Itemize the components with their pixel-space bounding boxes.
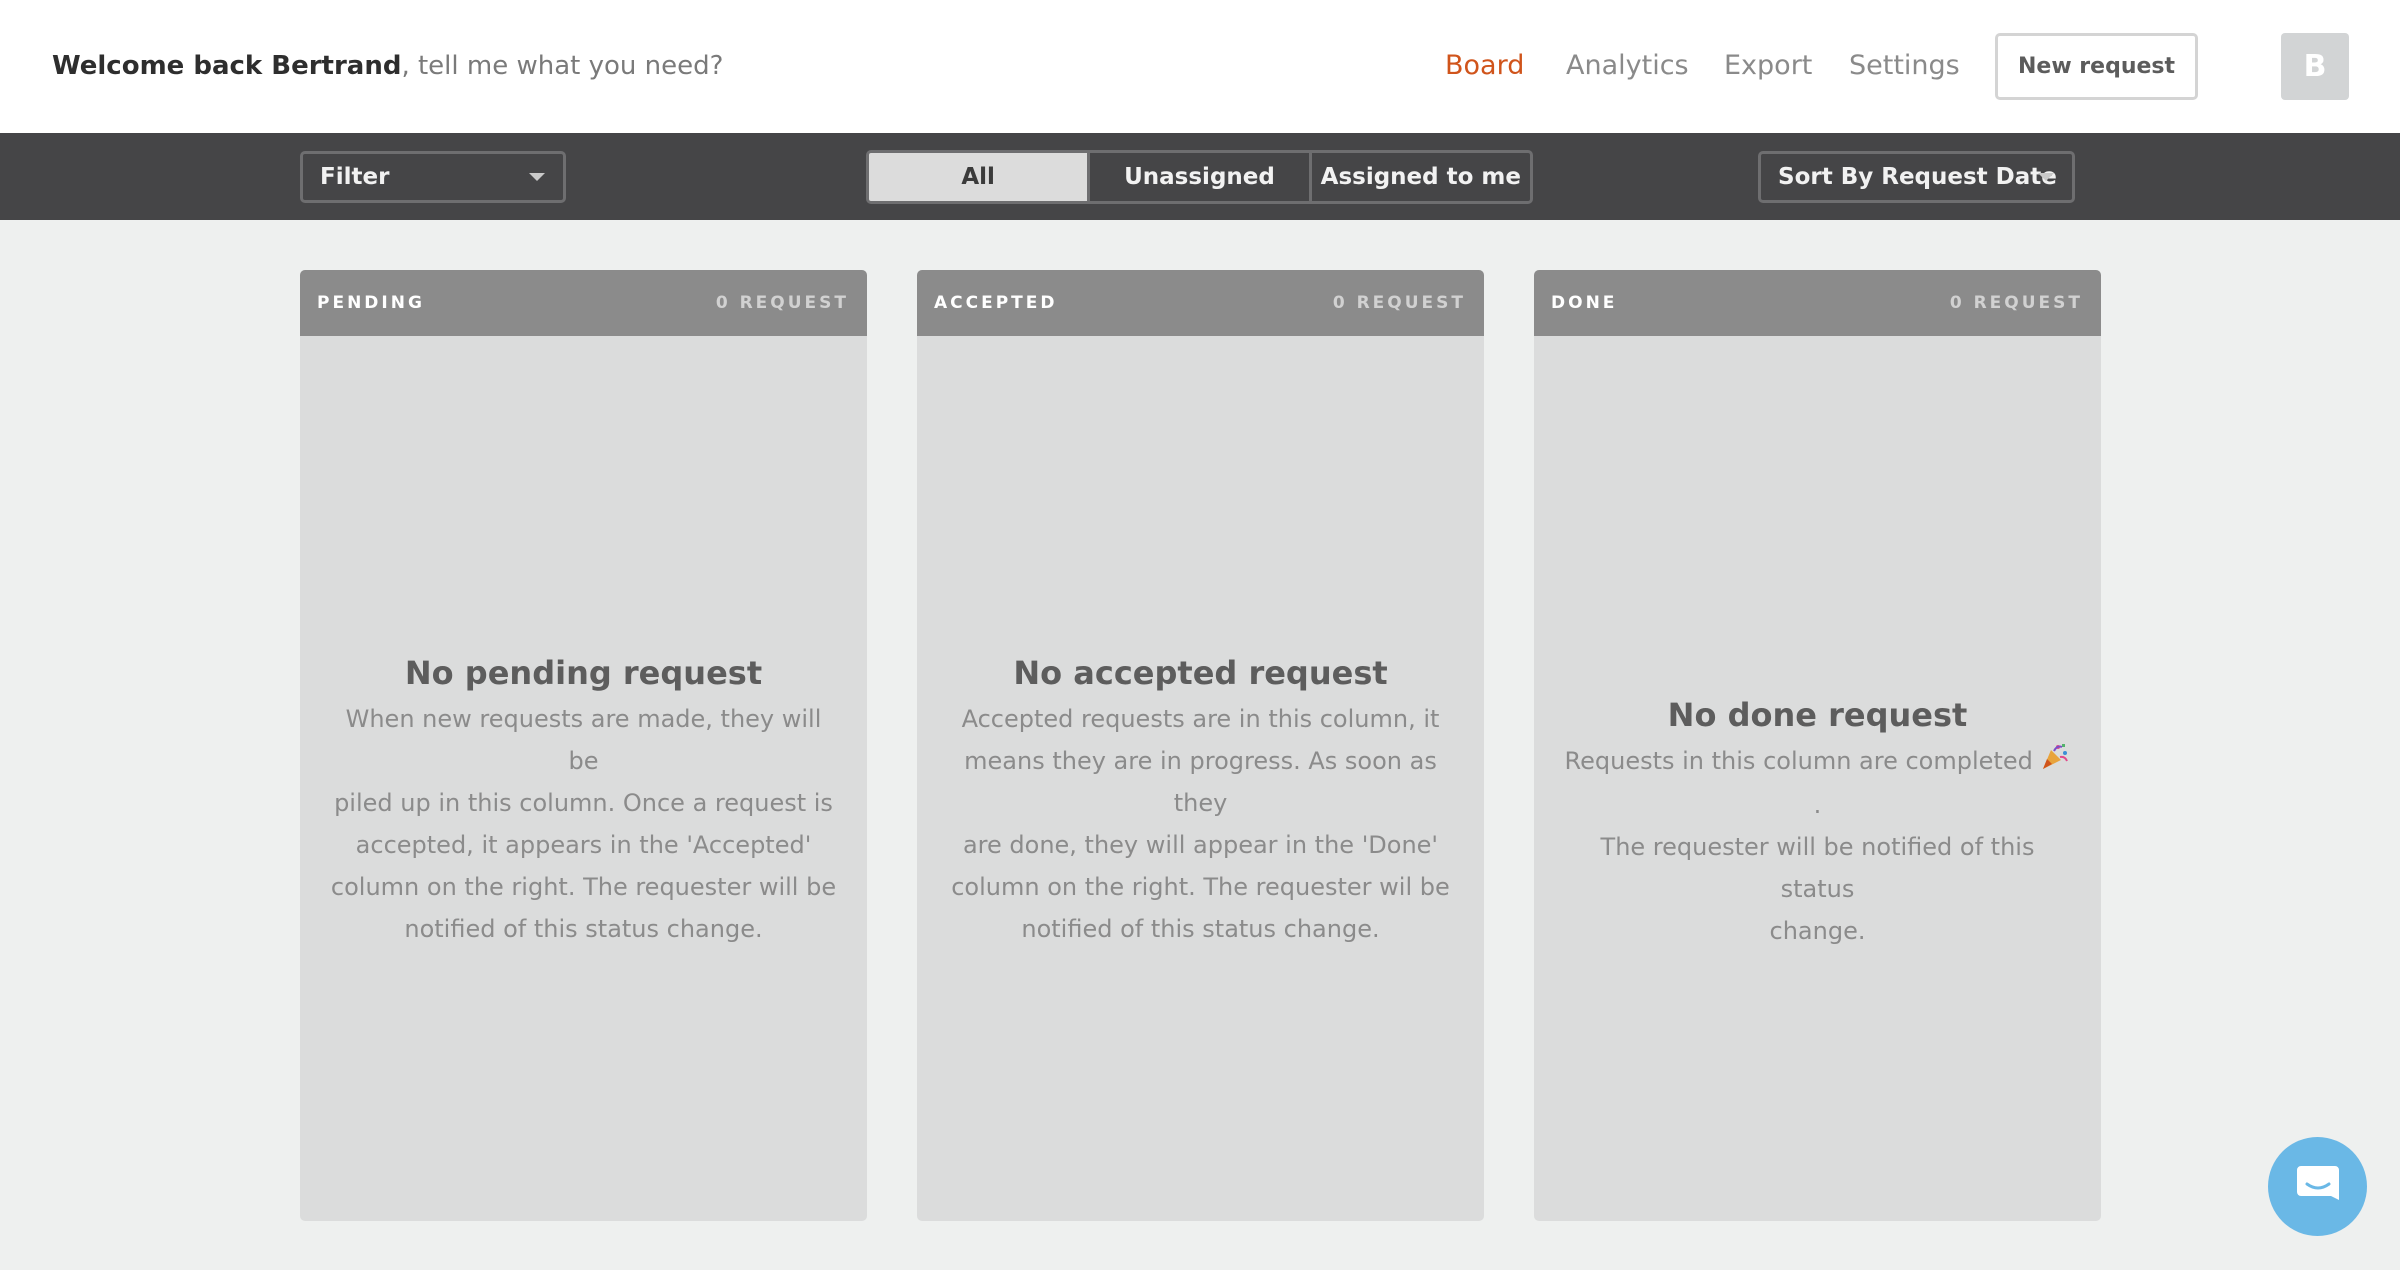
segment-unassigned[interactable]: Unassigned <box>1087 153 1308 201</box>
chat-launcher-button[interactable] <box>2268 1137 2367 1236</box>
empty-state-title: No pending request <box>404 654 763 692</box>
empty-state-line: means they are in progress. As soon as t… <box>964 747 1437 817</box>
column-done: DONE 0 REQUEST No done request Requests … <box>1534 270 2101 1221</box>
nav-analytics[interactable]: Analytics <box>1566 49 1689 83</box>
empty-state-line-end: . <box>1813 790 1822 819</box>
assignment-segmented-control: All Unassigned Assigned to me <box>866 150 1533 204</box>
nav-settings[interactable]: Settings <box>1849 49 1960 83</box>
empty-state-text: Accepted requests are in this column, it… <box>947 698 1454 950</box>
empty-state-line: notified of this status change. <box>404 915 763 943</box>
empty-state: No accepted request Accepted requests ar… <box>947 652 1454 950</box>
welcome-prompt: , tell me what you need? <box>401 51 724 81</box>
column-header: DONE 0 REQUEST <box>1534 270 2101 336</box>
nav-export[interactable]: Export <box>1724 49 1812 83</box>
column-title: PENDING <box>317 293 425 313</box>
avatar[interactable]: B <box>2281 33 2349 100</box>
empty-state-line: Accepted requests are in this column, it <box>961 705 1440 733</box>
empty-state-line-text: Requests in this column are completed <box>1564 747 2033 775</box>
welcome-user: Welcome back Bertrand <box>52 51 402 81</box>
new-request-button[interactable]: New request <box>1995 33 2198 100</box>
welcome-message: Welcome back Bertrand, tell me what you … <box>52 49 723 83</box>
empty-state-line: When new requests are made, they will be <box>345 705 822 775</box>
empty-state-line: column on the right. The requester will … <box>330 873 837 901</box>
empty-state: No pending request When new requests are… <box>330 652 837 950</box>
sort-dropdown-label: Sort By Request Date <box>1778 164 2057 190</box>
column-pending: PENDING 0 REQUEST No pending request Whe… <box>300 270 867 1221</box>
empty-state-line: notified of this status change. <box>1021 915 1380 943</box>
column-accepted: ACCEPTED 0 REQUEST No accepted request A… <box>917 270 1484 1221</box>
party-popper-icon <box>2040 741 2070 784</box>
segment-all[interactable]: All <box>869 153 1088 201</box>
filter-dropdown-label: Filter <box>320 164 390 190</box>
column-header: ACCEPTED 0 REQUEST <box>917 270 1484 336</box>
empty-state-line: piled up in this column. Once a request … <box>334 789 833 817</box>
empty-state-line: are done, they will appear in the 'Done' <box>962 831 1439 859</box>
empty-state-line: column on the right. The requester wil b… <box>951 873 1450 901</box>
chat-bubble-icon <box>2293 1160 2343 1214</box>
empty-state: No done request Requests in this column … <box>1564 694 2071 952</box>
column-title: ACCEPTED <box>934 293 1058 313</box>
segment-assigned-to-me[interactable]: Assigned to me <box>1308 153 1530 201</box>
column-count: 0 REQUEST <box>715 293 849 313</box>
empty-state-title: No accepted request <box>1013 654 1388 692</box>
empty-state-line: The requester will be notified of this s… <box>1600 832 2035 903</box>
chevron-down-icon <box>529 173 545 181</box>
nav-board[interactable]: Board <box>1445 49 1524 83</box>
empty-state-title: No done request <box>1667 696 1968 734</box>
empty-state-text: Requests in this column are completed . … <box>1564 740 2071 952</box>
top-header: Welcome back Bertrand, tell me what you … <box>0 0 2400 133</box>
sort-dropdown[interactable]: Sort By Request Date <box>1758 151 2075 203</box>
column-title: DONE <box>1551 293 1618 313</box>
empty-state-line: change. <box>1769 916 1866 945</box>
column-count: 0 REQUEST <box>1949 293 2083 313</box>
filter-dropdown[interactable]: Filter <box>300 151 566 203</box>
column-count: 0 REQUEST <box>1332 293 1466 313</box>
column-header: PENDING 0 REQUEST <box>300 270 867 336</box>
chevron-down-icon <box>2038 173 2054 181</box>
empty-state-line: accepted, it appears in the 'Accepted' <box>355 831 812 859</box>
empty-state-text: When new requests are made, they will be… <box>330 698 837 950</box>
empty-state-line: Requests in this column are completed . <box>1564 740 2071 826</box>
